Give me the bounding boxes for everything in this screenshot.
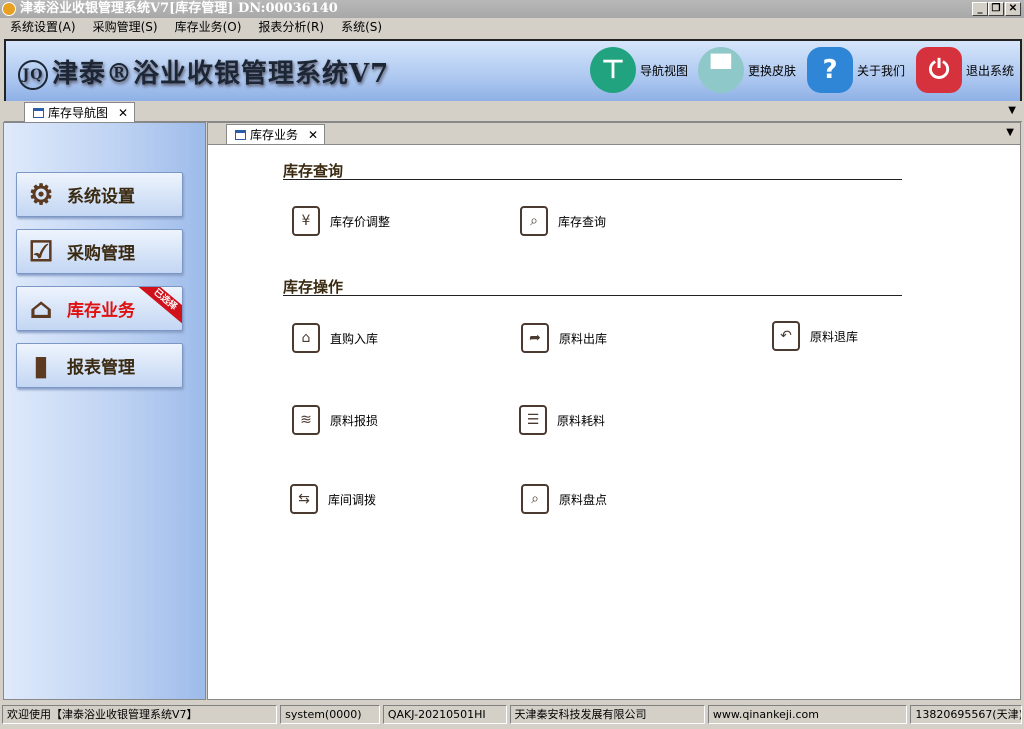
sidebar: ⚙ 系统设置 ☑ 采购管理 ⌂ 库存业务 已选择 ▮ 报表管理: [3, 122, 206, 700]
item-material-out[interactable]: ➦ 原料出库: [521, 323, 607, 353]
damaged-doc-icon: ≋: [292, 405, 320, 435]
item-label: 直购入库: [330, 331, 379, 346]
sidebar-item-inventory[interactable]: ⌂ 库存业务 已选择: [16, 286, 183, 331]
menu-bar: 系统设置(A) 采购管理(S) 库存业务(O) 报表分析(R) 系统(S): [0, 18, 1024, 37]
item-material-return[interactable]: ↶ 原料退库: [772, 321, 858, 351]
tab-dropdown-icon[interactable]: ▼: [1006, 127, 1014, 138]
doc-share-icon: ➦: [521, 323, 549, 353]
title-bar: 津泰浴业收银管理系统V7[库存管理] DN:00036140 _ ❐ ✕: [0, 0, 1024, 18]
transfer-icon: ⇆: [290, 484, 318, 514]
status-license: QAKJ-20210501HI: [382, 705, 507, 724]
about-label: 关于我们: [857, 63, 906, 78]
signpost-icon: ⊤: [590, 47, 636, 93]
item-label: 库存价调整: [330, 214, 391, 229]
change-skin-button[interactable]: ▀ 更换皮肤: [698, 47, 796, 93]
item-label: 原料出库: [559, 331, 608, 346]
sidebar-item-label: 库存业务: [67, 301, 135, 321]
nav-view-button[interactable]: ⊤ 导航视图: [590, 47, 688, 93]
divider: [283, 295, 902, 296]
tab-inventory-business[interactable]: 库存业务 ✕: [226, 124, 326, 144]
tab-label: 库存业务: [250, 128, 299, 142]
item-stock-price-adjust[interactable]: ¥ 库存价调整: [292, 206, 390, 236]
logo-text: 津泰®浴业收银管理系统V7: [52, 59, 390, 89]
home-icon: ⌂: [29, 291, 53, 325]
app-icon: [2, 2, 16, 16]
item-label: 库间调拨: [328, 492, 377, 507]
divider: [283, 179, 902, 180]
sidebar-item-system-settings[interactable]: ⚙ 系统设置: [16, 172, 183, 217]
menu-purchasing[interactable]: 采购管理(S): [93, 18, 158, 37]
doc-search-icon: ⌕: [521, 484, 549, 514]
item-direct-purchase-in[interactable]: ⌂ 直购入库: [292, 323, 378, 353]
section-title-inventory-query: 库存查询: [283, 162, 344, 180]
sidebar-item-purchasing[interactable]: ☑ 采购管理: [16, 229, 183, 274]
item-warehouse-transfer[interactable]: ⇆ 库间调拨: [290, 484, 376, 514]
power-icon: ⏻: [916, 47, 962, 93]
tab-inventory-nav[interactable]: 库存导航图 ✕: [24, 102, 136, 122]
menu-system-settings[interactable]: 系统设置(A): [10, 18, 76, 37]
list-icon: ☰: [519, 405, 547, 435]
status-company: 天津秦安科技发展有限公司: [509, 705, 705, 724]
status-user: system(0000): [280, 705, 380, 724]
tab-dropdown-icon[interactable]: ▼: [1008, 105, 1016, 116]
nav-view-label: 导航视图: [640, 63, 689, 78]
gear-icon: ⚙: [28, 177, 54, 211]
menu-system[interactable]: 系统(S): [341, 18, 382, 37]
box-search-icon: ⌕: [520, 206, 548, 236]
header-banner: JQ 津泰®浴业收银管理系统V7 ⊤ 导航视图 ▀ 更换皮肤 ? 关于我们 ⏻ 退出系统: [4, 39, 1022, 101]
status-welcome: 欢迎使用【津泰浴业收银管理系统V7】: [2, 705, 278, 724]
clipboard-return-icon: ↶: [772, 321, 800, 351]
main-panel: 库存业务 ✕ ▼ 库存查询 ¥ 库存价调整 ⌕ 库存查询 库存操作 ⌂ 直购入库 ➦ 原料…: [207, 122, 1021, 700]
about-button[interactable]: ? 关于我们: [807, 47, 905, 93]
window-icon: [235, 129, 246, 140]
window-icon: [33, 107, 44, 118]
warehouse-in-icon: ⌂: [292, 323, 320, 353]
sidebar-item-label: 采购管理: [67, 244, 135, 264]
item-material-consumption[interactable]: ☰ 原料耗料: [519, 405, 605, 435]
sidebar-item-label: 系统设置: [67, 187, 135, 207]
item-label: 原料退库: [810, 329, 859, 344]
item-material-loss[interactable]: ≋ 原料报损: [292, 405, 378, 435]
item-stocktake[interactable]: ⌕ 原料盘点: [521, 484, 607, 514]
status-phone: 13820695567(天津): [910, 705, 1022, 724]
menu-reports[interactable]: 报表分析(R): [258, 18, 324, 37]
item-label: 原料耗料: [557, 413, 606, 428]
sidebar-item-label: 报表管理: [67, 358, 135, 378]
restore-button[interactable]: ❐: [988, 2, 1004, 16]
item-label: 原料盘点: [559, 492, 608, 507]
bar-chart-icon: ▮: [33, 348, 49, 382]
status-bar: 欢迎使用【津泰浴业收银管理系统V7】 system(0000) QAKJ-202…: [0, 705, 1024, 725]
price-doc-icon: ¥: [292, 206, 320, 236]
close-tab-icon[interactable]: ✕: [308, 128, 318, 142]
window-title: 津泰浴业收银管理系统V7[库存管理] DN:00036140: [20, 1, 338, 16]
sidebar-item-reports[interactable]: ▮ 报表管理: [16, 343, 183, 388]
minimize-button[interactable]: _: [972, 2, 988, 16]
exit-button[interactable]: ⏻ 退出系统: [916, 47, 1014, 93]
status-website: www.qinankeji.com: [707, 705, 908, 724]
selected-badge: 已选择: [133, 287, 182, 328]
clipboard-check-icon: ☑: [28, 234, 54, 268]
item-label: 原料报损: [330, 413, 379, 428]
close-tab-icon[interactable]: ✕: [118, 106, 128, 120]
logo: JQ 津泰®浴业收银管理系统V7: [18, 53, 389, 90]
tab-label: 库存导航图: [48, 106, 109, 120]
item-stock-query[interactable]: ⌕ 库存查询: [520, 206, 606, 236]
question-icon: ?: [807, 47, 853, 93]
section-title-inventory-ops: 库存操作: [283, 278, 344, 296]
tshirt-icon: ▀: [698, 47, 744, 93]
content-area: 库存查询 ¥ 库存价调整 ⌕ 库存查询 库存操作 ⌂ 直购入库 ➦ 原料出库 ↶ 原料退库…: [208, 144, 1020, 699]
menu-inventory[interactable]: 库存业务(O): [175, 18, 242, 37]
exit-label: 退出系统: [966, 63, 1015, 78]
outer-tab-strip: 库存导航图 ✕ ▼: [4, 101, 1022, 122]
close-button[interactable]: ✕: [1005, 2, 1021, 16]
item-label: 库存查询: [558, 214, 607, 229]
logo-mark: JQ: [18, 60, 48, 90]
change-skin-label: 更换皮肤: [748, 63, 797, 78]
